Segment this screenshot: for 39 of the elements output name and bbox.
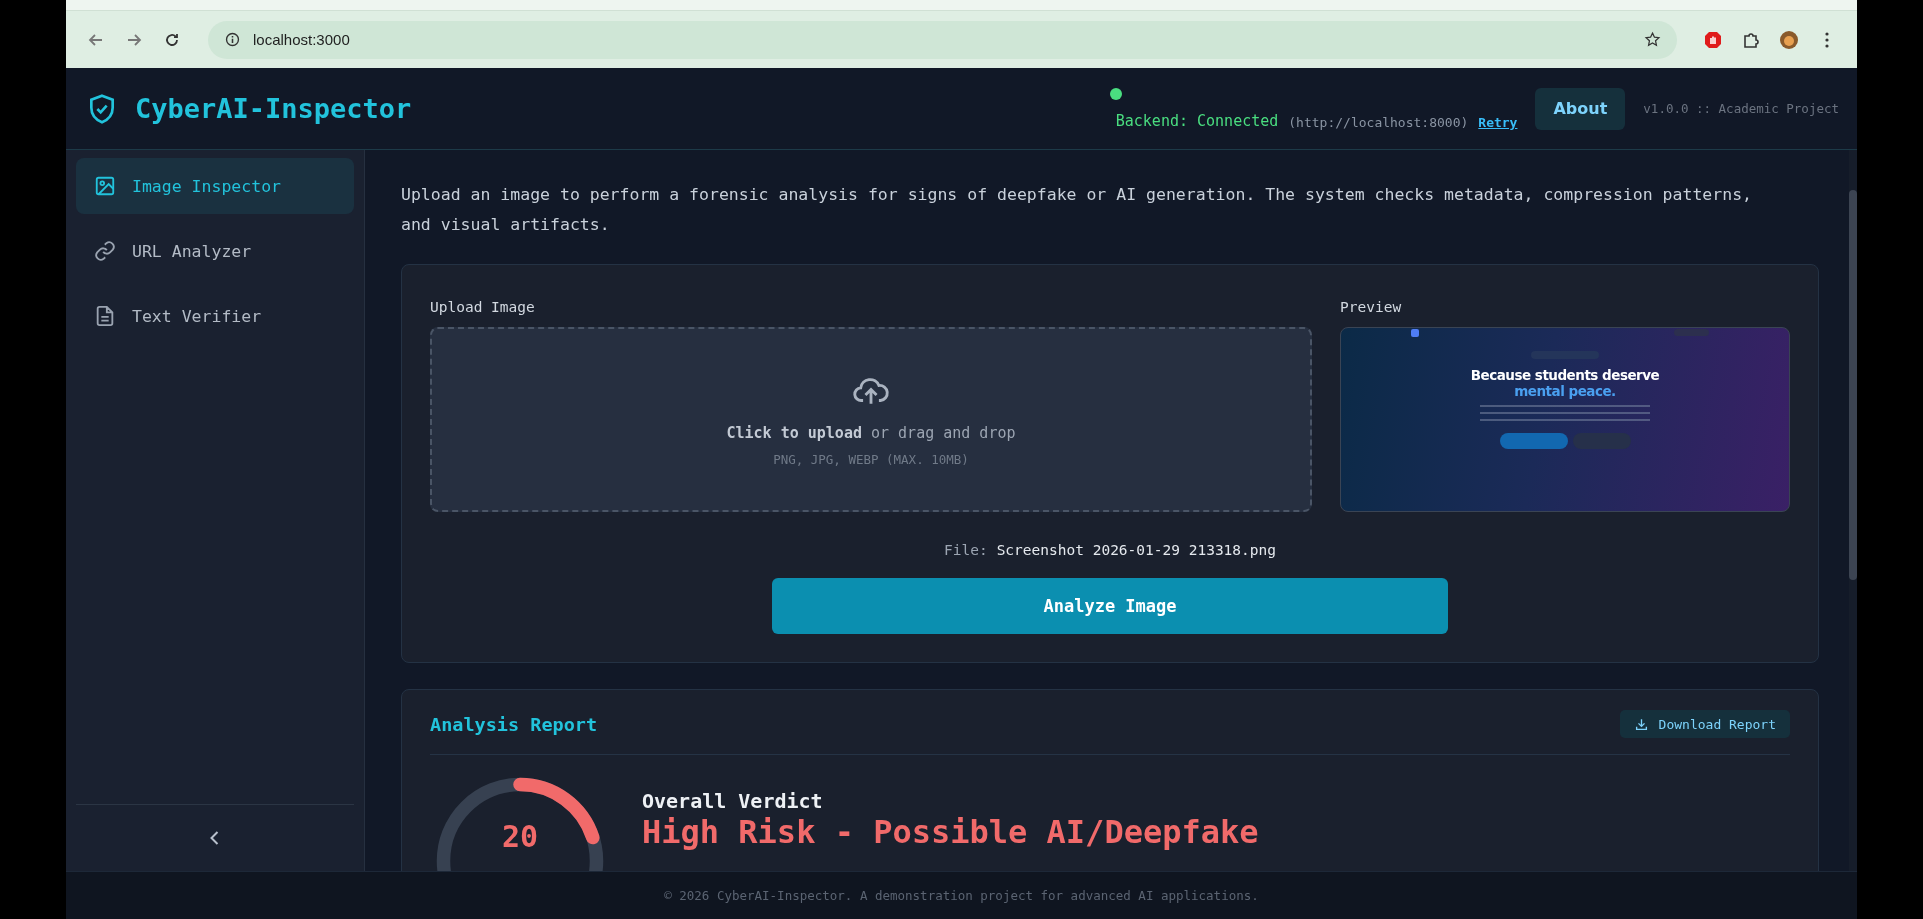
preview-highlight: mental peace. — [1514, 383, 1616, 399]
drop-zone[interactable]: Click to upload or drag and drop PNG, JPG, WEBP (MAX. 10MB) — [430, 327, 1312, 512]
logo-icon — [1411, 328, 1419, 337]
link-icon — [94, 240, 116, 262]
file-name: Screenshot 2026-01-29 213318.png — [996, 542, 1276, 558]
report-title: Analysis Report — [430, 713, 598, 735]
download-button[interactable]: Download Report — [1619, 710, 1790, 738]
description: Upload an image to perform a forensic analysis for signs of deepfake or AI generation. The system checks metadata, compression patterns, and visual artifacts. — [401, 184, 1753, 236]
sidebar-item[interactable]: URL Analyzer — [76, 223, 354, 279]
scrollbar-thumb[interactable] — [1849, 190, 1857, 580]
image-icon — [94, 175, 116, 197]
verdict-text: High Risk - Possible AI/Deepfake — [642, 813, 1259, 851]
star-icon[interactable] — [1644, 31, 1661, 48]
stop-hand-icon[interactable] — [1703, 29, 1723, 50]
document-icon — [94, 305, 116, 327]
app-title: CyberAI-Inspector — [135, 93, 412, 124]
sidebar-item[interactable]: Text Verifier — [76, 288, 354, 344]
verdict-label: Overall Verdict — [642, 789, 824, 813]
score-value: 20 — [500, 819, 540, 854]
download-icon — [1633, 716, 1649, 732]
info-icon[interactable] — [224, 31, 241, 48]
backend-url: (http://localhost:8000) — [1288, 114, 1469, 130]
about-button[interactable]: About — [1535, 87, 1626, 130]
preview-label: Preview — [1340, 299, 1403, 315]
address-bar[interactable]: localhost:3000 — [208, 20, 1677, 59]
retry-link[interactable]: Retry — [1478, 114, 1518, 130]
version-label: v1.0.0 :: Academic Project — [1643, 101, 1839, 116]
avatar-icon[interactable] — [1779, 29, 1799, 50]
footer-text: © 2026 CyberAI-Inspector. A demonstration project for advanced AI applications. — [664, 888, 1259, 903]
analyze-button[interactable]: Analyze Image — [772, 578, 1448, 634]
file-types-hint: PNG, JPG, WEBP (MAX. 10MB) — [773, 452, 969, 467]
nav-pill — [1674, 329, 1709, 336]
upload-prompt: Click to upload or drag and drop — [726, 424, 1016, 442]
primary-button-shape — [1499, 433, 1568, 449]
preview-headline: Because students deserve — [1470, 367, 1660, 383]
backend-status: Backend: Connected — [1115, 111, 1279, 130]
file-label: File: — [944, 542, 988, 558]
sidebar-item[interactable]: Image Inspector — [76, 158, 354, 214]
upload-label: Upload Image — [430, 299, 536, 315]
